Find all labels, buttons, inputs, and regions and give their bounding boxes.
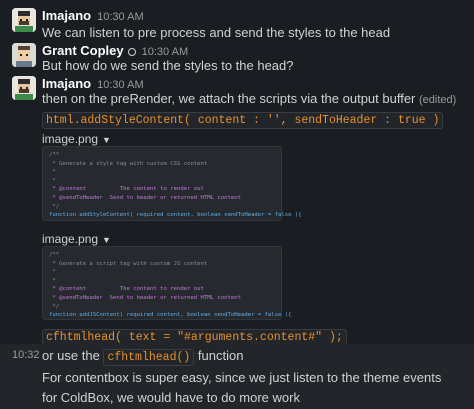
code-line: * Generate a style tag with custom CSS c… xyxy=(49,160,208,167)
timestamp[interactable]: 10:30 AM xyxy=(97,11,143,23)
chevron-down-icon[interactable]: ▼ xyxy=(102,135,111,145)
code-line: * xyxy=(49,169,56,176)
edited-label: (edited) xyxy=(419,94,457,106)
author-name[interactable]: Imajano xyxy=(42,76,91,91)
hover-timestamp[interactable]: 10:32 xyxy=(12,349,40,361)
message-text: We can listen to pre process and send th… xyxy=(42,25,391,40)
code-image[interactable]: /** * Generate a style tag with custom C… xyxy=(42,146,302,221)
code-line: * @content The content to render out xyxy=(49,286,204,293)
timestamp[interactable]: 10:30 AM xyxy=(97,79,143,91)
code-line: */ xyxy=(49,303,60,310)
avatar-imajano[interactable] xyxy=(12,8,36,32)
message-text: For contentbox is super easy, since we j… xyxy=(42,370,442,385)
author-name[interactable]: Imajano xyxy=(42,8,91,23)
author-name[interactable]: Grant Copley xyxy=(42,43,124,58)
code-line: function addStyleContent( required conte… xyxy=(49,212,302,219)
code-line: function addJSContent( required content,… xyxy=(49,312,292,319)
inline-code: html.addStyleContent( content : '', send… xyxy=(42,112,444,129)
message-text: or use the xyxy=(42,348,100,363)
image-filename[interactable]: image.png xyxy=(42,132,98,146)
avatar-grant-copley[interactable] xyxy=(12,43,36,67)
code-line: * Generate a script tag with custom JS c… xyxy=(49,260,208,267)
code-line: * xyxy=(49,177,56,184)
chevron-down-icon[interactable]: ▼ xyxy=(102,235,111,245)
code-line: */ xyxy=(49,203,60,210)
message-text: function xyxy=(197,348,244,363)
code-line: /** xyxy=(49,152,60,158)
avatar-imajano[interactable] xyxy=(12,76,36,100)
message-text: then on the preRender, we attach the scr… xyxy=(42,91,416,106)
code-line: /** xyxy=(49,252,60,258)
timestamp[interactable]: 10:30 AM xyxy=(142,46,188,58)
code-line: * xyxy=(49,277,56,284)
code-image[interactable]: /** * Generate a script tag with custom … xyxy=(42,246,292,320)
code-line: * @sendToHeader Send to header or return… xyxy=(49,194,241,201)
code-line: * xyxy=(49,269,56,276)
message-text: for ColdBox, we would have to do more wo… xyxy=(42,390,300,405)
message-text: But how do we send the styles to the hea… xyxy=(42,58,294,73)
code-line: * @content The content to render out xyxy=(49,186,204,193)
image-filename[interactable]: image.png xyxy=(42,232,98,246)
inline-code: cfhtmlhead() xyxy=(103,349,195,366)
status-icon xyxy=(127,47,136,56)
code-line: * @sendToHeader Send to header or return… xyxy=(49,294,241,301)
